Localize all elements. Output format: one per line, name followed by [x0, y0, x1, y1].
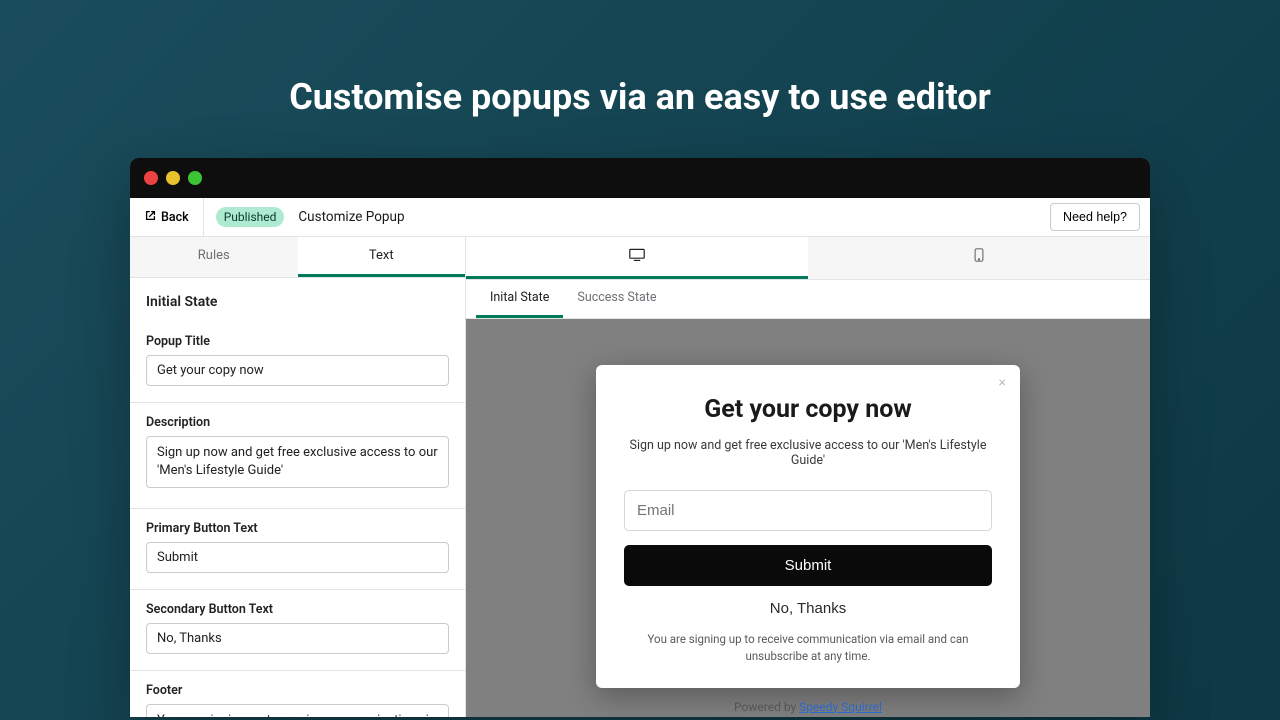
tab-text[interactable]: Text: [298, 237, 466, 277]
window-minimize-dot[interactable]: [166, 171, 180, 185]
preview-canvas: × Get your copy now Sign up now and get …: [466, 319, 1150, 717]
state-tabs: Inital State Success State: [466, 280, 1150, 319]
back-label: Back: [161, 210, 189, 225]
popup-title-label: Popup Title: [146, 334, 449, 349]
toolbar: Back Published Customize Popup Need help…: [130, 198, 1150, 237]
state-tab-initial[interactable]: Inital State: [476, 280, 563, 318]
status-badge: Published: [216, 207, 285, 227]
secondary-button-input[interactable]: [146, 623, 449, 654]
need-help-button[interactable]: Need help?: [1050, 203, 1140, 231]
description-label: Description: [146, 415, 449, 430]
browser-window: Back Published Customize Popup Need help…: [130, 158, 1150, 717]
window-maximize-dot[interactable]: [188, 171, 202, 185]
mobile-icon: [971, 247, 987, 266]
editor-tabs: Rules Text: [130, 237, 465, 278]
window-chrome: [130, 158, 1150, 198]
section-header-initial-state: Initial State: [130, 278, 465, 322]
popup-submit-button[interactable]: Submit: [624, 545, 992, 586]
popup-title-input[interactable]: [146, 355, 449, 386]
powered-by: Powered by Speedy Squirrel: [734, 700, 882, 714]
primary-button-input[interactable]: [146, 542, 449, 573]
device-tab-mobile[interactable]: [808, 237, 1150, 279]
hero-title: Customise popups via an easy to use edit…: [0, 0, 1280, 158]
popup-nothanks-button[interactable]: No, Thanks: [770, 600, 846, 617]
popup-preview-description: Sign up now and get free exclusive acces…: [624, 438, 992, 468]
state-tab-success[interactable]: Success State: [563, 280, 670, 318]
primary-button-label: Primary Button Text: [146, 521, 449, 536]
tab-rules[interactable]: Rules: [130, 237, 298, 277]
popup-preview: × Get your copy now Sign up now and get …: [596, 365, 1020, 688]
popup-email-input[interactable]: [624, 490, 992, 531]
back-icon: [144, 209, 157, 226]
editor-panel: Rules Text Initial State Popup Title Des…: [130, 237, 466, 717]
popup-close-icon[interactable]: ×: [999, 375, 1006, 391]
powered-by-link[interactable]: Speedy Squirrel: [799, 700, 882, 714]
back-button[interactable]: Back: [130, 198, 204, 236]
footer-input[interactable]: You are signing up to receive communicat…: [146, 704, 449, 717]
preview-panel: Inital State Success State × Get your co…: [466, 237, 1150, 717]
device-tabs: [466, 237, 1150, 280]
secondary-button-label: Secondary Button Text: [146, 602, 449, 617]
powered-by-prefix: Powered by: [734, 700, 799, 714]
page-title: Customize Popup: [298, 209, 404, 225]
desktop-icon: [629, 247, 645, 266]
popup-preview-footer: You are signing up to receive communicat…: [624, 631, 992, 666]
footer-label: Footer: [146, 683, 449, 698]
description-input[interactable]: Sign up now and get free exclusive acces…: [146, 436, 449, 488]
popup-preview-title: Get your copy now: [624, 395, 992, 424]
device-tab-desktop[interactable]: [466, 237, 808, 279]
window-close-dot[interactable]: [144, 171, 158, 185]
